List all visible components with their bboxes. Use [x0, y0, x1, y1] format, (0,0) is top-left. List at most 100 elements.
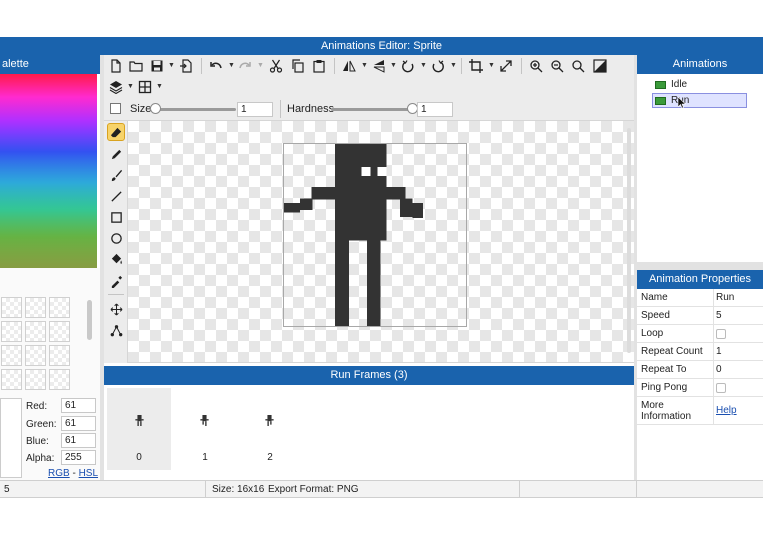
palette-swatch[interactable] [1, 297, 22, 318]
selection-checkbox[interactable] [110, 103, 121, 114]
speed-value[interactable]: 5 [716, 310, 722, 321]
copy-icon[interactable] [290, 58, 306, 74]
palette-swatch[interactable] [49, 297, 70, 318]
layers-icon[interactable] [108, 79, 124, 95]
red-label: Red: [26, 401, 48, 412]
layers-dropdown-caret[interactable]: ▼ [127, 83, 134, 90]
property-key: More Information [641, 400, 691, 422]
frame-thumbnail[interactable]: 1 [173, 388, 237, 470]
repeat-to-value[interactable]: 0 [716, 364, 722, 375]
zoom-in-icon[interactable] [528, 58, 544, 74]
resize-icon[interactable] [498, 58, 514, 74]
status-bar [0, 480, 763, 498]
open-folder-icon[interactable] [128, 58, 144, 74]
animation-item-idle[interactable]: Idle [652, 78, 747, 92]
crop-dropdown-caret[interactable]: ▼ [488, 62, 495, 69]
more-info-line-1: More [641, 400, 664, 411]
property-key: Ping Pong [641, 382, 688, 393]
paste-icon[interactable] [311, 58, 327, 74]
color-spectrum[interactable] [0, 74, 97, 268]
eraser-tool-icon[interactable] [107, 123, 125, 141]
eyedropper-tool-icon[interactable] [107, 272, 125, 290]
fill-bucket-tool-icon[interactable] [107, 250, 125, 268]
flip-horizontal-caret[interactable]: ▼ [361, 62, 368, 69]
palette-swatch[interactable] [1, 345, 22, 366]
window-title: Animations Editor: Sprite [320, 40, 443, 52]
cut-icon[interactable] [268, 58, 284, 74]
grid-icon[interactable] [137, 79, 153, 95]
size-slider-knob[interactable] [150, 103, 161, 114]
animation-item-run[interactable]: Run [652, 93, 747, 108]
repeat-count-value[interactable]: 1 [716, 346, 722, 357]
background-toggle-icon[interactable] [592, 58, 608, 74]
palette-title: alette [2, 58, 29, 70]
frame-label: 1 [202, 452, 208, 463]
size-input[interactable]: 1 [237, 102, 273, 117]
rgb-mode-link[interactable]: RGB [48, 468, 70, 479]
palette-swatch[interactable] [49, 369, 70, 390]
rotate-right-caret[interactable]: ▼ [450, 62, 457, 69]
palette-swatch[interactable] [49, 321, 70, 342]
palette-scrollbar[interactable] [87, 300, 92, 340]
undo-icon[interactable] [208, 58, 224, 74]
sprite-pixel-block [335, 240, 349, 326]
bone-tool-icon[interactable] [107, 321, 125, 339]
property-row-ping-pong: Ping Pong [637, 379, 763, 397]
alpha-input[interactable]: 255 [61, 450, 96, 465]
palette-swatch[interactable] [25, 369, 46, 390]
mode-separator: - [72, 468, 76, 479]
more-info-line-2: Information [641, 411, 692, 422]
flip-horizontal-icon[interactable] [341, 58, 357, 74]
alpha-label: Alpha: [26, 453, 55, 464]
flip-vertical-caret[interactable]: ▼ [390, 62, 397, 69]
frame-thumbnail[interactable]: 0 [107, 388, 171, 470]
palette-swatch[interactable] [1, 321, 22, 342]
help-link[interactable]: Help [716, 405, 737, 416]
hsl-mode-link[interactable]: HSL [79, 468, 98, 479]
redo-dropdown-caret[interactable]: ▼ [257, 62, 264, 69]
zoom-fit-icon[interactable] [570, 58, 586, 74]
sprite-canvas[interactable] [283, 143, 467, 327]
palette-swatch[interactable] [1, 369, 22, 390]
crop-icon[interactable] [468, 58, 484, 74]
grid-dropdown-caret[interactable]: ▼ [156, 83, 163, 90]
export-icon[interactable] [178, 58, 194, 74]
flip-vertical-icon[interactable] [371, 58, 387, 74]
rotate-left-caret[interactable]: ▼ [420, 62, 427, 69]
save-icon[interactable] [149, 58, 165, 74]
toolbar-separator [334, 58, 335, 74]
rectangle-tool-icon[interactable] [107, 208, 125, 226]
ellipse-tool-icon[interactable] [107, 229, 125, 247]
column-separator [713, 289, 714, 306]
undo-dropdown-caret[interactable]: ▼ [228, 62, 235, 69]
size-label: Size [130, 103, 152, 115]
canvas-scrollbar[interactable] [627, 128, 631, 353]
hardness-slider-track[interactable] [331, 108, 413, 111]
brush-tool-icon[interactable] [107, 166, 125, 184]
green-input[interactable]: 61 [61, 416, 96, 431]
red-input[interactable]: 61 [61, 398, 96, 413]
loop-checkbox[interactable] [716, 329, 726, 339]
line-tool-icon[interactable] [107, 187, 125, 205]
size-slider-track[interactable] [154, 108, 236, 111]
palette-swatch[interactable] [25, 321, 46, 342]
name-value[interactable]: Run [716, 292, 734, 303]
ping-pong-checkbox[interactable] [716, 383, 726, 393]
hardness-input[interactable]: 1 [417, 102, 453, 117]
zoom-out-icon[interactable] [549, 58, 565, 74]
move-tool-icon[interactable] [107, 300, 125, 318]
toolbar-separator [201, 58, 202, 74]
panel-divider [100, 55, 104, 480]
blue-input[interactable]: 61 [61, 433, 96, 448]
rotate-right-icon[interactable] [430, 58, 446, 74]
redo-icon[interactable] [237, 58, 253, 74]
new-file-icon[interactable] [108, 58, 124, 74]
pencil-tool-icon[interactable] [107, 145, 125, 163]
rotate-left-icon[interactable] [400, 58, 416, 74]
palette-swatch[interactable] [49, 345, 70, 366]
save-dropdown-caret[interactable]: ▼ [168, 62, 175, 69]
frame-thumbnail[interactable]: 2 [238, 388, 302, 470]
frame-label: 2 [267, 452, 273, 463]
palette-swatch[interactable] [25, 297, 46, 318]
palette-swatch[interactable] [25, 345, 46, 366]
